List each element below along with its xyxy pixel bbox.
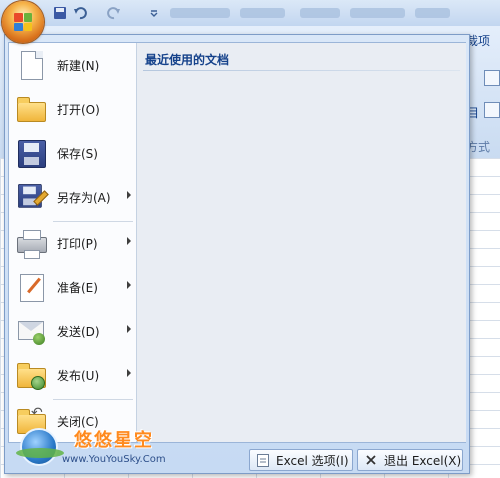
save-floppy-icon: [15, 137, 47, 169]
save-icon[interactable]: [52, 5, 68, 21]
office-menu: 新建(N) 打开(O) 保存(S) 另存为(A) 打印(P) 准备(E) 发送(…: [4, 34, 470, 474]
ribbon-small-icon[interactable]: [484, 102, 500, 118]
excel-options-label: Excel 选项(I): [276, 453, 349, 468]
recent-documents-title: 最近使用的文档: [145, 53, 230, 67]
office-menu-panel: 新建(N) 打开(O) 保存(S) 另存为(A) 打印(P) 准备(E) 发送(…: [8, 42, 466, 443]
close-folder-icon: ↶: [15, 405, 47, 437]
menu-separator: [53, 221, 133, 222]
submenu-arrow-icon: [127, 325, 131, 333]
publish-icon: [15, 359, 47, 391]
menu-item-label: 关闭(C): [57, 414, 99, 429]
office-button[interactable]: [2, 1, 44, 43]
submenu-arrow-icon: [127, 369, 131, 377]
menu-item-label: 发布(U): [57, 368, 100, 383]
menu-separator: [53, 399, 133, 400]
menu-item-new[interactable]: 新建(N): [11, 45, 133, 85]
submenu-arrow-icon: [127, 237, 131, 245]
menu-item-label: 保存(S): [57, 146, 98, 161]
printer-icon: [15, 227, 47, 259]
submenu-arrow-icon: [127, 191, 131, 199]
recent-documents-divider: [143, 70, 460, 71]
office-menu-commands: 新建(N) 打开(O) 保存(S) 另存为(A) 打印(P) 准备(E) 发送(…: [9, 43, 136, 442]
title-bar: [0, 0, 500, 27]
office-logo-icon: [14, 13, 32, 31]
dropdown-icon[interactable]: [146, 5, 162, 21]
menu-item-label: 打印(P): [57, 236, 98, 251]
options-icon: [256, 453, 270, 467]
submenu-arrow-icon: [127, 281, 131, 289]
menu-item-print[interactable]: 打印(P): [11, 223, 133, 263]
close-icon: [364, 453, 378, 467]
menu-item-label: 准备(E): [57, 280, 98, 295]
save-as-icon: [15, 181, 49, 213]
menu-item-send[interactable]: 发送(D): [11, 311, 133, 351]
menu-item-label: 新建(N): [57, 58, 100, 73]
ribbon-small-icon[interactable]: [484, 70, 500, 86]
send-icon: [15, 315, 47, 347]
open-folder-icon: [15, 93, 47, 125]
menu-item-save-as[interactable]: 另存为(A): [11, 177, 133, 217]
menu-item-close[interactable]: ↶ 关闭(C): [11, 401, 133, 441]
exit-excel-label: 退出 Excel(X): [384, 453, 462, 468]
menu-item-publish[interactable]: 发布(U): [11, 355, 133, 395]
undo-icon[interactable]: [72, 5, 88, 21]
redo-icon[interactable]: [106, 5, 122, 21]
recent-documents-pane: 最近使用的文档: [136, 43, 466, 442]
menu-item-prepare[interactable]: 准备(E): [11, 267, 133, 307]
menu-item-label: 打开(O): [57, 102, 100, 117]
menu-item-save[interactable]: 保存(S): [11, 133, 133, 173]
menu-item-label: 发送(D): [57, 324, 100, 339]
exit-excel-button[interactable]: 退出 Excel(X): [357, 449, 463, 471]
new-document-icon: [15, 49, 47, 81]
excel-options-button[interactable]: Excel 选项(I): [249, 449, 353, 471]
prepare-icon: [15, 271, 47, 303]
menu-item-label: 另存为(A): [57, 190, 111, 205]
menu-item-open[interactable]: 打开(O): [11, 89, 133, 129]
excel-window: 裁项 目 方式 新建(N) 打开(O) 保存(S) 另存为(A) 打印(P) 准…: [0, 0, 500, 478]
